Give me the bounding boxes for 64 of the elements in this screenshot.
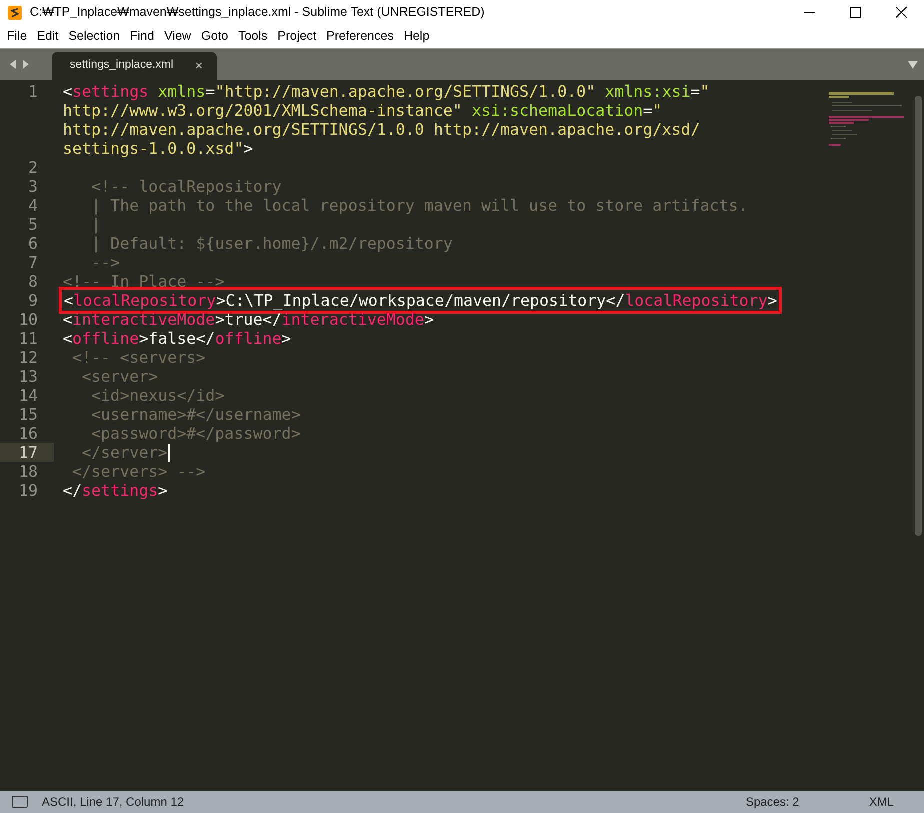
menu-item[interactable]: Project (272, 27, 322, 46)
indentation-setting[interactable]: Spaces: 2 (746, 793, 800, 811)
minimize-icon[interactable] (804, 12, 814, 13)
line-number: 5 (27, 215, 39, 234)
code-line: <password>#</password> (90, 424, 301, 443)
code-line: <!-- <servers> (72, 348, 206, 367)
line-number: 8 (27, 272, 39, 291)
line-number: 6 (27, 234, 39, 253)
line-number: 18 (18, 462, 39, 481)
line-number: 10 (18, 310, 39, 329)
code-line: <!-- In Place --> (63, 272, 225, 291)
line-number: 19 (18, 481, 39, 500)
line-number: 7 (27, 253, 39, 272)
window-title: C:₩TP_Inplace₩maven₩settings_inplace.xml - Sublime Text (UNREGISTERED) (30, 4, 485, 22)
code-line: | (90, 215, 102, 234)
code-line: </servers> --> (72, 462, 206, 481)
text-cursor (168, 444, 170, 462)
line-number: 15 (18, 405, 39, 424)
syntax-setting[interactable]: XML (869, 793, 894, 811)
app-logo-icon (8, 6, 22, 20)
code-line: http://maven.apache.org/SETTINGS/1.0.0 http://maven.apache.org/xsd/ (63, 120, 700, 139)
scrollbar[interactable] (915, 96, 922, 536)
menu-item[interactable]: Selection (64, 27, 126, 46)
code-line: <offline>false</offline> (63, 329, 292, 348)
code-line: <id>nexus</id> (90, 386, 225, 405)
line-number: 16 (18, 424, 39, 443)
menu-item[interactable]: Edit (32, 27, 64, 46)
menu-item[interactable]: View (159, 27, 196, 46)
menu-item[interactable]: Tools (233, 27, 273, 46)
line-number: 1 (27, 82, 39, 101)
menu-item[interactable]: File (2, 27, 32, 46)
line-number: 12 (18, 348, 39, 367)
maximize-icon[interactable] (850, 7, 860, 18)
code-line: <settings xmlns="http://maven.apache.org/SETTINGS/1.0.0" xmlns:xsi=" (63, 82, 710, 101)
menu-item[interactable]: Preferences (322, 27, 399, 46)
code-line: </settings> (63, 481, 168, 500)
line-number: 9 (27, 291, 39, 310)
code-line: </server> (81, 443, 168, 462)
editor-tab[interactable]: settings_inplace.xml × (52, 52, 217, 80)
cursor-position-text: ASCII, Line 17, Column 12 (42, 794, 184, 811)
code-line: | The path to the local repository maven will use to store artifacts. (90, 196, 748, 215)
code-line: --> (90, 253, 120, 272)
line-number: 13 (18, 367, 39, 386)
menu-item[interactable]: Find (125, 27, 160, 46)
menu-item[interactable]: Goto (196, 27, 234, 46)
code-line: <username>#</username> (90, 405, 301, 424)
line-number: 4 (27, 196, 39, 215)
close-icon[interactable] (896, 7, 906, 18)
line-number: 17 (0, 443, 54, 462)
code-line: <server> (81, 367, 158, 386)
line-number: 2 (27, 158, 39, 177)
tab-dropdown-icon[interactable] (908, 60, 918, 68)
code-line: http://www.w3.org/2001/XMLSchema-instance" xsi:schemaLocation=" (63, 101, 662, 120)
tab-scroll-arrows-icon[interactable] (10, 60, 30, 69)
code-line: <interactiveMode>true</interactiveMode> (63, 310, 434, 329)
code-line: | Default: ${user.home}/.m2/repository (90, 234, 453, 253)
code-line: settings-1.0.0.xsd"> (63, 139, 254, 158)
line-number: 14 (18, 386, 39, 405)
tab-close-button[interactable]: × (195, 56, 203, 76)
panel-toggle-icon[interactable] (12, 796, 28, 808)
code-line: <!-- localRepository (90, 177, 282, 196)
line-number: 3 (27, 177, 39, 196)
menu-item[interactable]: Help (398, 27, 435, 46)
line-number: 11 (18, 329, 39, 348)
